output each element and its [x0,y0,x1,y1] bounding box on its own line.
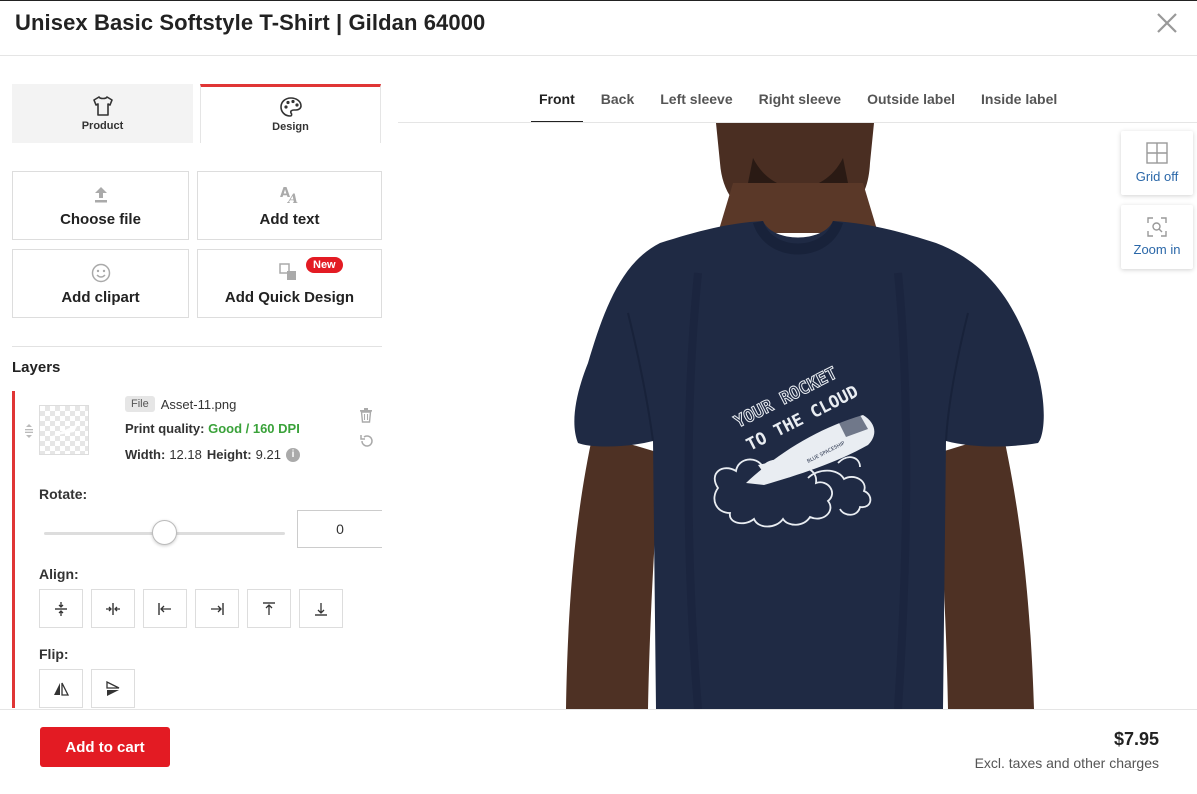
product-title: Unisex Basic Softstyle T-Shirt | Gildan … [15,10,486,35]
height-label: Height: [206,447,252,462]
tab-front[interactable]: Front [531,85,583,124]
layer-thumbnail [39,405,89,455]
tab-back[interactable]: Back [593,85,642,124]
upload-icon [93,184,109,206]
tab-right-sleeve[interactable]: Right sleeve [751,85,849,124]
align-buttons [39,589,343,628]
choose-file-button[interactable]: Choose file [12,171,189,240]
smiley-icon [91,262,111,284]
add-text-button[interactable]: AA Add text [197,171,382,240]
rotate-input[interactable] [297,510,382,548]
rotate-slider-handle[interactable] [152,520,177,545]
view-tabs: Front Back Left sleeve Right sleeve Outs… [531,85,1075,124]
divider [12,346,382,347]
tab-outside-label[interactable]: Outside label [859,85,963,124]
add-quick-design-button[interactable]: New Add Quick Design [197,249,382,318]
tab-design[interactable]: Design [200,84,381,143]
zoom-in-label: Zoom in [1133,242,1181,257]
flip-vertical-icon [106,680,120,696]
align-vertical-center-icon [55,601,67,616]
align-bottom-button[interactable] [299,589,343,628]
mockup-canvas[interactable]: YOUR ROCKET TO THE CLOUD BLUE SPACESHIP [398,123,1197,709]
new-badge: New [306,257,343,273]
palette-icon [279,97,302,117]
print-quality-value: Good / 160 DPI [208,421,300,436]
align-right-icon [211,602,224,615]
tab-product-label: Product [81,119,124,132]
layer-item[interactable]: File Asset-11.png Print quality: Good / … [12,391,382,708]
editor-tabs: Product Design [12,84,382,143]
reset-icon[interactable] [359,433,375,454]
layers-title: Layers [12,359,61,376]
print-quality-label: Print quality: [125,421,205,436]
width-value: 12.18 [169,447,202,462]
add-text-label: Add text [259,210,320,228]
align-bottom-icon [315,602,327,616]
flip-vertical-button[interactable] [91,669,135,708]
align-left-button[interactable] [143,589,187,628]
modal-header: Unisex Basic Softstyle T-Shirt | Gildan … [0,0,1197,56]
price-note: Excl. taxes and other charges [974,755,1159,771]
drag-handle-icon[interactable] [24,423,34,444]
align-center-vertical-button[interactable] [39,589,83,628]
zoom-in-icon [1147,217,1167,237]
align-top-button[interactable] [247,589,291,628]
grid-toggle-label: Grid off [1135,169,1179,184]
flip-horizontal-button[interactable] [39,669,83,708]
print-quality: Print quality: Good / 160 DPI [125,421,300,436]
design-tools: Choose file AA Add text Add clipart New … [12,171,382,318]
grid-icon [1146,142,1168,164]
grid-toggle-button[interactable]: Grid off [1121,131,1193,195]
align-label: Align: [39,566,79,582]
add-clipart-label: Add clipart [61,288,140,306]
tab-product[interactable]: Product [12,84,193,143]
trash-icon[interactable] [359,407,373,428]
zoom-in-button[interactable]: Zoom in [1121,205,1193,269]
file-name: Asset-11.png [160,396,237,412]
tab-left-sleeve[interactable]: Left sleeve [652,85,740,124]
rotate-label: Rotate: [39,486,88,502]
add-quick-design-label: Add Quick Design [224,288,355,306]
layer-file-row: File Asset-11.png [125,396,236,412]
choose-file-label: Choose file [60,210,141,228]
svg-text:A: A [286,192,298,205]
quick-design-icon [278,262,301,284]
align-horizontal-center-icon [106,602,120,615]
price: $7.95 [1113,729,1159,749]
add-clipart-button[interactable]: Add clipart [12,249,189,318]
flip-label: Flip: [39,646,69,662]
left-panel: Product Design Choose file AA Add text A… [12,84,382,708]
width-label: Width: [125,447,166,462]
height-value: 9.21 [255,447,281,462]
tab-inside-label[interactable]: Inside label [973,85,1065,124]
align-top-icon [263,601,275,615]
align-right-button[interactable] [195,589,239,628]
info-icon[interactable]: i [285,447,300,462]
flip-horizontal-icon [54,682,69,696]
tshirt-icon [92,95,113,116]
file-tag: File [125,396,155,412]
flip-buttons [39,669,135,708]
dimensions: Width: 12.18 Height: 9.21 i [125,447,300,462]
close-icon[interactable] [1155,11,1179,35]
add-to-cart-button[interactable]: Add to cart [40,727,170,767]
text-icon: AA [279,184,301,206]
tshirt-mockup-image: YOUR ROCKET TO THE CLOUD BLUE SPACESHIP [566,123,1044,709]
align-left-icon [158,602,171,615]
align-center-horizontal-button[interactable] [91,589,135,628]
tab-design-label: Design [272,121,309,133]
footer-bar: Add to cart $7.95 Excl. taxes and other … [0,709,1197,794]
